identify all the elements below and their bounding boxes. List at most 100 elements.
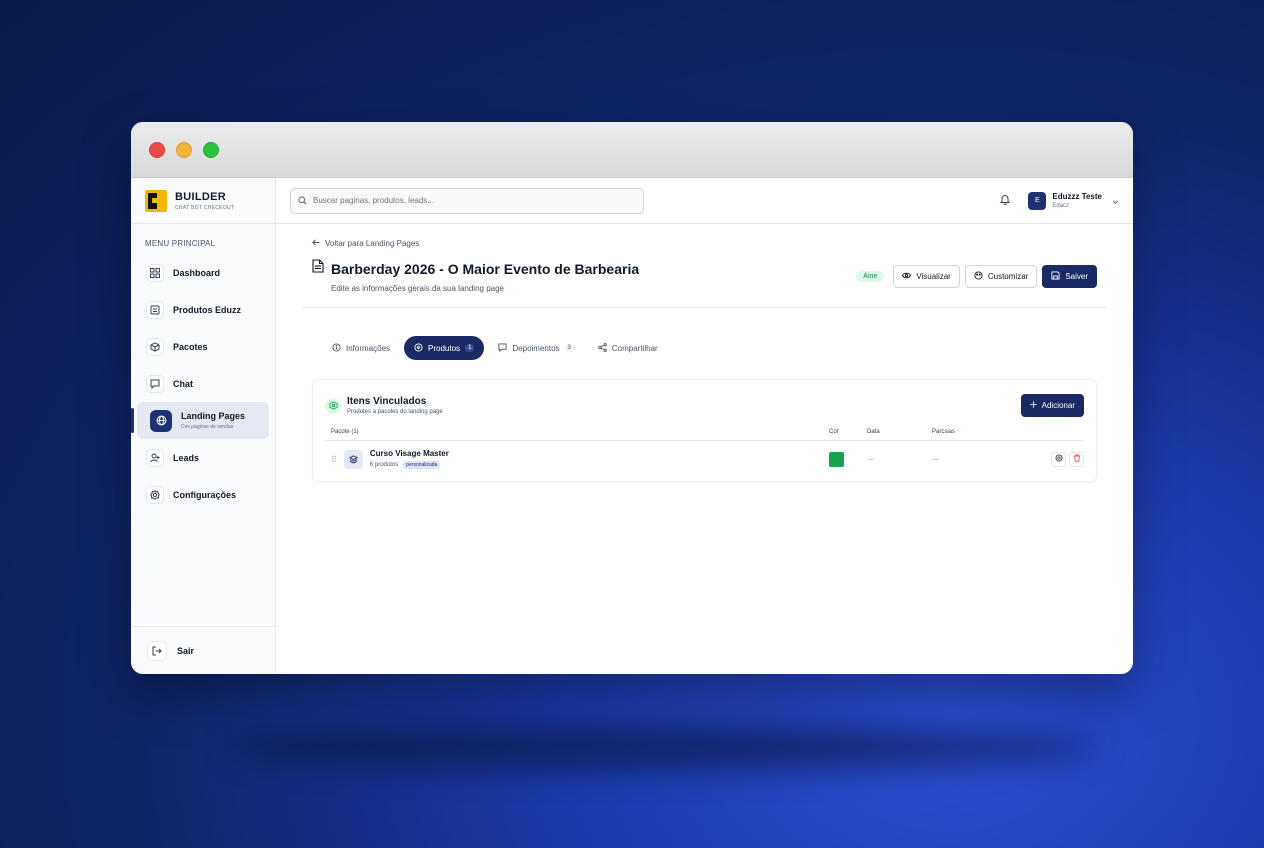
- window-shadow: [230, 728, 1100, 768]
- settings-icon: [146, 485, 164, 504]
- sidebar: BUILDER CHAT BOT CHECKOUT MENU PRINCIPAL…: [131, 178, 276, 674]
- document-icon: [312, 259, 324, 278]
- header-divider: [302, 307, 1107, 308]
- view-button-label: Visualizar: [916, 272, 951, 281]
- save-button-label: Saiver: [1065, 272, 1088, 281]
- page-subtitle: Edite as informações gerais da sua landi…: [331, 284, 504, 293]
- column-header-cor: Cor: [823, 429, 861, 441]
- tab-label: Informações: [346, 343, 391, 353]
- table-row[interactable]: ⠿ Curso Visage Master 6 produtos persona…: [325, 441, 1084, 469]
- page-content: Voltar para Landing Pages Barberday 2026…: [276, 239, 1133, 482]
- palette-icon: [974, 271, 983, 282]
- minimize-window-button[interactable]: [176, 141, 192, 158]
- sidebar-menu: Dashboard Produtos Eduzz Pacotes Chat La…: [131, 254, 275, 513]
- view-button[interactable]: Visualizar: [893, 265, 960, 288]
- chevron-down-icon: [1112, 192, 1119, 210]
- tab-count: 3: [564, 344, 574, 352]
- main-content: E Eduzzz Teste Edacz: [276, 178, 1133, 674]
- status-badge: Aine: [856, 271, 885, 282]
- search-icon: [298, 192, 307, 210]
- back-link[interactable]: Voltar para Landing Pages: [312, 239, 1097, 248]
- column-header-data: Data: [861, 429, 926, 441]
- search-box[interactable]: [290, 187, 644, 214]
- top-right-controls: E Eduzzz Teste Edacz: [1000, 191, 1119, 210]
- sidebar-item-configuracoes[interactable]: Configurações: [131, 476, 275, 513]
- brand-subtitle: CHAT BOT CHECKOUT: [175, 204, 235, 211]
- card-title: Itens Vinculados: [347, 396, 427, 407]
- delete-row-button[interactable]: [1069, 451, 1084, 467]
- page-actions: Aine Visualizar Customizar Saiver: [856, 265, 1097, 288]
- tab-compartilhar[interactable]: Compartilhar: [588, 336, 668, 360]
- package-icon: [146, 337, 164, 356]
- tab-produtos[interactable]: Produtos 1: [404, 336, 485, 360]
- info-icon: [332, 342, 341, 354]
- sidebar-item-dashboard[interactable]: Dashboard: [131, 254, 275, 291]
- item-installments: —: [932, 455, 939, 463]
- maximize-window-button[interactable]: [203, 141, 219, 158]
- share-icon: [598, 342, 607, 354]
- page-header: Barberday 2026 - O Maior Evento de Barbe…: [312, 259, 1097, 293]
- save-icon: [1051, 271, 1060, 282]
- column-header-pacote: Pacote (1): [325, 429, 823, 441]
- tab-depoimentos[interactable]: Depoimentos 3: [488, 336, 583, 360]
- item-date: —: [867, 455, 874, 463]
- sidebar-item-label: Pacotes: [173, 341, 208, 352]
- sidebar-item-leads[interactable]: Leads: [131, 439, 275, 476]
- linked-items-card: Itens Vinculados Produtes a pacoles do l…: [312, 379, 1097, 482]
- sidebar-item-label: Landing Pages: [181, 411, 246, 421]
- message-icon: [498, 342, 507, 354]
- menu-title: MENU PRINCIPAL: [145, 239, 216, 248]
- trash-icon: [1073, 454, 1081, 464]
- avatar: E: [1028, 191, 1047, 210]
- chat-icon: [146, 374, 164, 393]
- color-swatch[interactable]: [829, 451, 844, 467]
- add-item-button[interactable]: Adicionar: [1020, 394, 1084, 417]
- eye-icon: [902, 272, 912, 281]
- sidebar-item-pacotes[interactable]: Pacotes: [131, 328, 275, 365]
- layers-icon: [343, 449, 363, 469]
- user-subtitle: Edacz: [1052, 203, 1070, 209]
- tab-label: Compartilhar: [611, 343, 658, 353]
- user-plus-icon: [146, 448, 164, 467]
- tab-label: Produtos: [428, 343, 461, 353]
- box-icon: [414, 342, 423, 354]
- save-button[interactable]: Saiver: [1042, 265, 1097, 288]
- item-meta: 6 produtos: [369, 462, 399, 468]
- plus-icon: [1030, 401, 1037, 410]
- item-tag: personalizada: [403, 461, 441, 469]
- sidebar-item-label: Dashboard: [173, 267, 221, 278]
- sidebar-item-produtos-eduzz[interactable]: Produtos Eduzz: [131, 291, 275, 328]
- sidebar-item-label: Produtos Eduzz: [173, 304, 241, 315]
- back-link-label: Voltar para Landing Pages: [325, 239, 420, 248]
- box-list-icon: [146, 300, 164, 319]
- linked-items-table: Pacote (1) Cor Data Parcslas ⠿ Curso Vis…: [325, 429, 1084, 469]
- page-title: Barberday 2026 - O Maior Evento de Barbe…: [331, 260, 640, 277]
- brand-title: BUILDER: [175, 190, 226, 203]
- logout-icon: [147, 640, 167, 661]
- close-window-button[interactable]: [149, 141, 165, 158]
- card-header: Itens Vinculados Produtes a pacoles do l…: [325, 394, 1084, 417]
- brand-logo: [145, 189, 167, 212]
- sidebar-item-chat[interactable]: Chat: [131, 365, 275, 402]
- card-subtitle: Produtes a pacoles do landing page: [347, 409, 443, 415]
- linked-items-icon: [325, 397, 341, 414]
- sidebar-item-landing-pages[interactable]: Landing Pages Cris páginas de vendas: [131, 402, 269, 439]
- settings-row-button[interactable]: [1051, 451, 1066, 467]
- column-header-actions: [1024, 429, 1084, 441]
- tab-informacoes[interactable]: Informações: [322, 336, 400, 360]
- bell-icon[interactable]: [1000, 192, 1011, 210]
- column-header-parcelas: Parcslas: [926, 429, 1024, 441]
- search-input[interactable]: [313, 196, 613, 205]
- logout-label: Sair: [177, 645, 195, 656]
- arrow-left-icon: [312, 239, 320, 248]
- logout-button[interactable]: Sair: [131, 626, 275, 674]
- customize-button[interactable]: Customizar: [964, 265, 1038, 288]
- user-name: Eduzzz Teste: [1052, 192, 1102, 201]
- app-shell: BUILDER CHAT BOT CHECKOUT MENU PRINCIPAL…: [131, 178, 1133, 674]
- add-item-label: Adicionar: [1041, 401, 1075, 410]
- globe-icon: [150, 409, 172, 432]
- drag-handle-icon[interactable]: ⠿: [331, 455, 337, 464]
- settings-icon: [1055, 454, 1063, 464]
- brand: BUILDER CHAT BOT CHECKOUT: [131, 178, 275, 224]
- user-menu[interactable]: E Eduzzz Teste Edacz: [1028, 191, 1119, 210]
